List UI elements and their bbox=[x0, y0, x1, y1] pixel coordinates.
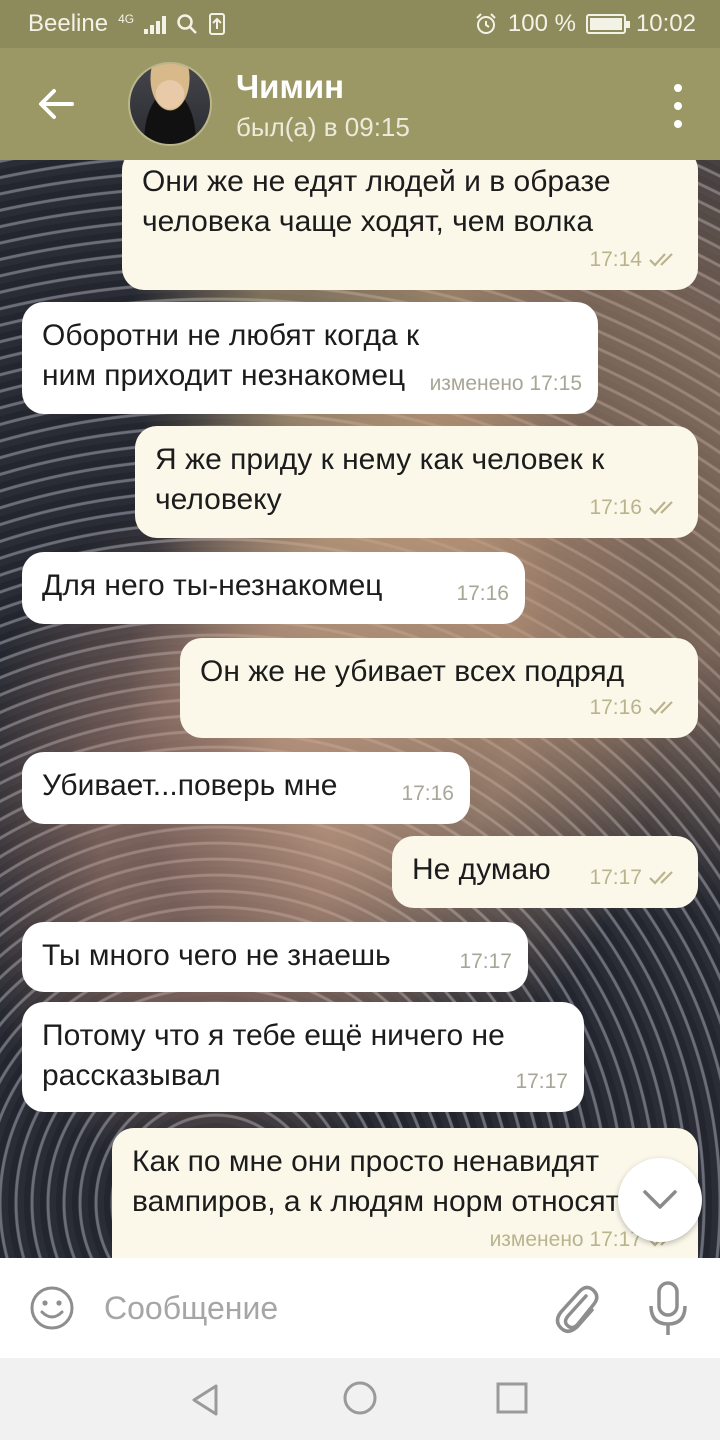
message-time: изменено 17:17 bbox=[489, 1228, 642, 1251]
battery-percent: 100 % bbox=[507, 10, 576, 37]
arrow-left-icon bbox=[39, 89, 74, 119]
signal-icon bbox=[144, 14, 167, 34]
double-check-icon bbox=[649, 701, 673, 715]
message-meta: 17:16 bbox=[401, 774, 454, 814]
message-meta: 17:14 bbox=[589, 240, 682, 280]
nav-recent-apps-icon[interactable] bbox=[494, 1380, 530, 1416]
message-time: изменено 17:15 bbox=[429, 372, 582, 395]
chevron-down-icon bbox=[643, 1190, 677, 1209]
carrier-label: Beeline bbox=[28, 10, 109, 37]
message-time: 17:16 bbox=[589, 496, 642, 519]
message-meta: 17:17 bbox=[589, 858, 682, 898]
message-time: 17:16 bbox=[456, 582, 509, 605]
last-seen-status: был(а) в 09:15 bbox=[236, 112, 410, 142]
message-bubble[interactable]: Я же приду к нему как человек к человеку… bbox=[135, 426, 698, 538]
more-options-button[interactable] bbox=[666, 84, 690, 128]
message-text: Для него ты-незнакомец bbox=[42, 569, 383, 602]
message-bubble[interactable]: Потому что я тебе ещё ничего не рассказы… bbox=[22, 1002, 584, 1112]
message-time: 17:17 bbox=[515, 1070, 568, 1093]
message-text: Оборотни не любят когда к ним приходит н… bbox=[42, 319, 420, 392]
message-meta: 17:16 bbox=[456, 574, 509, 614]
message-time: 17:14 bbox=[589, 248, 642, 271]
chat-messages[interactable]: Они же не едят людей и в образе человека… bbox=[0, 160, 720, 1258]
message-text: Убивает...поверь мне bbox=[42, 769, 338, 802]
message-text: Он же не убивает всех подряд bbox=[200, 655, 625, 688]
system-navigation-bar bbox=[0, 1358, 720, 1440]
double-check-icon bbox=[649, 253, 673, 267]
double-check-icon bbox=[649, 871, 673, 885]
message-bubble[interactable]: Как по мне они просто ненавидят вампиров… bbox=[112, 1128, 698, 1258]
upload-icon bbox=[209, 13, 226, 35]
message-text: Они же не едят людей и в образе человека… bbox=[142, 165, 611, 238]
network-type-label: 4G bbox=[118, 12, 135, 26]
message-bubble[interactable]: Они же не едят людей и в образе человека… bbox=[122, 160, 698, 290]
message-meta: 17:17 bbox=[459, 942, 512, 982]
nav-home-icon[interactable] bbox=[340, 1378, 380, 1418]
message-composer bbox=[0, 1258, 720, 1358]
scroll-to-bottom-button[interactable] bbox=[618, 1158, 702, 1242]
microphone-icon[interactable] bbox=[646, 1280, 690, 1338]
emoji-icon[interactable] bbox=[28, 1284, 76, 1332]
nav-back-icon[interactable] bbox=[186, 1380, 226, 1420]
message-time: 17:17 bbox=[589, 866, 642, 889]
message-time: 17:16 bbox=[589, 696, 642, 719]
avatar[interactable] bbox=[128, 62, 212, 146]
back-button[interactable] bbox=[28, 78, 84, 130]
message-meta: изменено 17:15 bbox=[430, 364, 582, 404]
message-text: Как по мне они просто ненавидят вампиров… bbox=[132, 1145, 651, 1218]
alarm-icon bbox=[476, 13, 496, 34]
message-bubble[interactable]: Ты много чего не знаешь 17:17 bbox=[22, 922, 528, 992]
chat-header: Чимин был(а) в 09:15 bbox=[0, 48, 720, 160]
message-bubble[interactable]: Он же не убивает всех подряд 17:16 bbox=[180, 638, 698, 738]
double-check-icon bbox=[649, 501, 673, 515]
message-input[interactable] bbox=[104, 1284, 524, 1332]
search-icon bbox=[177, 14, 197, 34]
paperclip-icon[interactable] bbox=[552, 1282, 600, 1336]
clock: 10:02 bbox=[635, 10, 696, 37]
message-time: 17:16 bbox=[401, 782, 454, 805]
message-bubble[interactable]: Убивает...поверь мне 17:16 bbox=[22, 752, 470, 824]
message-bubble[interactable]: Оборотни не любят когда к ним приходит н… bbox=[22, 302, 598, 414]
message-meta: 17:17 bbox=[515, 1062, 568, 1102]
battery-icon bbox=[585, 14, 630, 34]
message-bubble[interactable]: Не думаю 17:17 bbox=[392, 836, 698, 908]
status-bar: Beeline 4G 100 % 10:02 bbox=[0, 0, 720, 48]
contact-name[interactable]: Чимин bbox=[236, 68, 344, 106]
message-text: Ты много чего не знаешь bbox=[42, 939, 391, 972]
message-time: 17:17 bbox=[459, 950, 512, 973]
message-bubble[interactable]: Для него ты-незнакомец 17:16 bbox=[22, 552, 525, 624]
message-meta: 17:16 bbox=[589, 688, 682, 728]
message-meta: 17:16 bbox=[589, 488, 682, 528]
message-text: Потому что я тебе ещё ничего не рассказы… bbox=[42, 1019, 505, 1092]
